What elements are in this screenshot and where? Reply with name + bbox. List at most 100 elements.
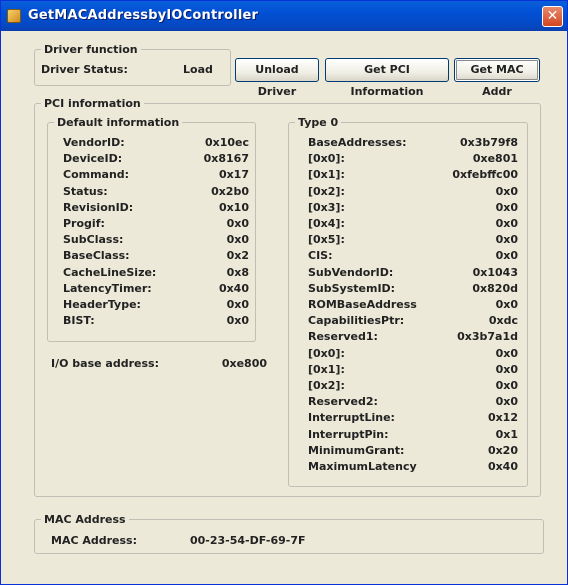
info-row: HeaderType: 0x0	[63, 298, 249, 314]
info-value: 0x0	[495, 346, 518, 360]
title-bar[interactable]: GetMACAddressbyIOController ✕	[1, 1, 567, 31]
info-row: [0x0]: 0x0	[308, 347, 518, 363]
info-label: [0x4]:	[308, 217, 345, 230]
info-value: 0x20	[487, 443, 518, 457]
info-row: CapabilitiesPtr: 0xdc	[308, 314, 518, 330]
info-label: [0x0]:	[308, 346, 345, 360]
info-value: 0x0	[226, 298, 249, 311]
info-row: BaseClass: 0x2	[63, 249, 249, 265]
info-row: Progif: 0x0	[63, 217, 249, 233]
info-value: 0xe801	[472, 152, 518, 166]
info-label: InterruptPin:	[308, 427, 389, 441]
info-label: [0x1]:	[308, 168, 345, 182]
close-button[interactable]: ✕	[542, 6, 563, 27]
info-label: Progif:	[63, 217, 105, 230]
get-mac-addr-button[interactable]: Get MAC Addr	[454, 58, 540, 98]
unload-driver-button[interactable]: Unload Driver	[235, 58, 319, 98]
get-pci-information-button[interactable]: Get PCI Information	[325, 58, 449, 98]
info-label: BaseClass:	[63, 249, 130, 263]
driver-status-value: Load	[183, 63, 213, 76]
info-row: SubVendorID: 0x1043	[308, 266, 518, 282]
info-row: [0x5]: 0x0	[308, 233, 518, 249]
info-value: 0x3b79f8	[459, 136, 518, 149]
type0-legend: Type 0	[298, 116, 339, 129]
info-row: RevisionID: 0x10	[63, 201, 249, 217]
info-value: 0x0	[495, 379, 518, 392]
driver-function-legend: Driver function	[44, 43, 138, 56]
info-value: 0x2b0	[211, 184, 249, 198]
mac-address-label: MAC Address:	[51, 534, 138, 547]
info-value: 0x0	[495, 362, 518, 376]
info-label: [0x2]:	[308, 379, 345, 392]
info-label: VendorID:	[63, 136, 125, 149]
driver-status-label: Driver Status:	[41, 63, 128, 76]
pci-information-legend: PCI information	[44, 97, 141, 110]
info-label: HeaderType:	[63, 298, 141, 311]
info-value: 0x1043	[472, 265, 518, 279]
type0-list: BaseAddresses: 0x3b79f8 [0x0]: 0xe801 [0x1]:…	[308, 136, 518, 481]
info-row: ROMBaseAddress 0x0	[308, 298, 518, 314]
info-value: 0x10ec	[204, 136, 249, 149]
info-row: Command: 0x17	[63, 168, 249, 184]
info-value: 0xfebffc00	[452, 168, 518, 182]
info-label: BaseAddresses:	[308, 136, 407, 149]
info-label: [0x5]:	[308, 233, 345, 247]
info-label: MinimumGrant:	[308, 443, 405, 457]
info-label: CapabilitiesPtr:	[308, 314, 405, 328]
info-value: 0x0	[495, 249, 518, 263]
info-value: 0x0	[226, 217, 249, 230]
default-information-legend: Default information	[57, 116, 180, 129]
info-value: 0x8	[226, 265, 249, 279]
info-value: 0x10	[218, 200, 249, 214]
info-row: SubSystemID: 0x820d	[308, 282, 518, 298]
io-base-address-label: I/O base address:	[51, 357, 159, 370]
info-label: DeviceID:	[63, 152, 123, 166]
info-label: LatencyTimer:	[63, 281, 152, 295]
info-row: [0x3]: 0x0	[308, 201, 518, 217]
info-label: InterruptLine:	[308, 411, 395, 425]
info-row: Status: 0x2b0	[63, 185, 249, 201]
info-value: 0xdc	[488, 314, 518, 328]
info-row: LatencyTimer: 0x40	[63, 282, 249, 298]
mac-address-value: 00-23-54-DF-69-7F	[190, 534, 306, 547]
info-row: InterruptPin: 0x1	[308, 428, 518, 444]
info-value: 0x0	[495, 233, 518, 247]
info-value: 0x17	[218, 168, 249, 182]
info-value: 0x820d	[472, 281, 518, 295]
info-row: Reserved1: 0x3b7a1d	[308, 330, 518, 346]
info-value: 0x0	[226, 233, 249, 247]
info-label: ROMBaseAddress	[308, 298, 417, 311]
info-row: SubClass: 0x0	[63, 233, 249, 249]
info-value: 0x0	[495, 395, 518, 409]
info-row: InterruptLine: 0x12	[308, 411, 518, 427]
info-row: BIST: 0x0	[63, 314, 249, 330]
info-label: Reserved2:	[308, 395, 378, 409]
info-value: 0x0	[226, 314, 249, 328]
info-label: Command:	[63, 168, 130, 182]
info-value: 0x2	[226, 249, 249, 263]
info-row: BaseAddresses: 0x3b79f8	[308, 136, 518, 152]
mac-address-legend: MAC Address	[44, 513, 126, 526]
info-label: SubSystemID:	[308, 281, 396, 295]
info-value: 0x40	[487, 460, 518, 473]
info-row: MaximumLatency 0x40	[308, 460, 518, 476]
info-label: [0x1]:	[308, 362, 345, 376]
info-label: Status:	[63, 184, 108, 198]
info-value: 0x0	[495, 298, 518, 311]
info-label: [0x0]:	[308, 152, 345, 166]
window-title: GetMACAddressbyIOController	[28, 8, 259, 23]
info-value: 0x40	[218, 281, 249, 295]
info-value: 0x8167	[203, 152, 249, 166]
info-value: 0x0	[495, 184, 518, 198]
info-label: SubVendorID:	[308, 265, 394, 279]
info-value: 0x1	[495, 427, 518, 441]
default-information-list: VendorID: 0x10ec DeviceID: 0x8167 Command: 0x…	[63, 136, 249, 336]
info-row: DeviceID: 0x8167	[63, 152, 249, 168]
info-row: MinimumGrant: 0x20	[308, 444, 518, 460]
app-icon	[7, 9, 21, 23]
info-row: [0x1]: 0xfebffc00	[308, 168, 518, 184]
info-label: [0x2]:	[308, 184, 345, 198]
info-row: [0x2]: 0x0	[308, 379, 518, 395]
info-row: [0x0]: 0xe801	[308, 152, 518, 168]
info-label: SubClass:	[63, 233, 124, 247]
